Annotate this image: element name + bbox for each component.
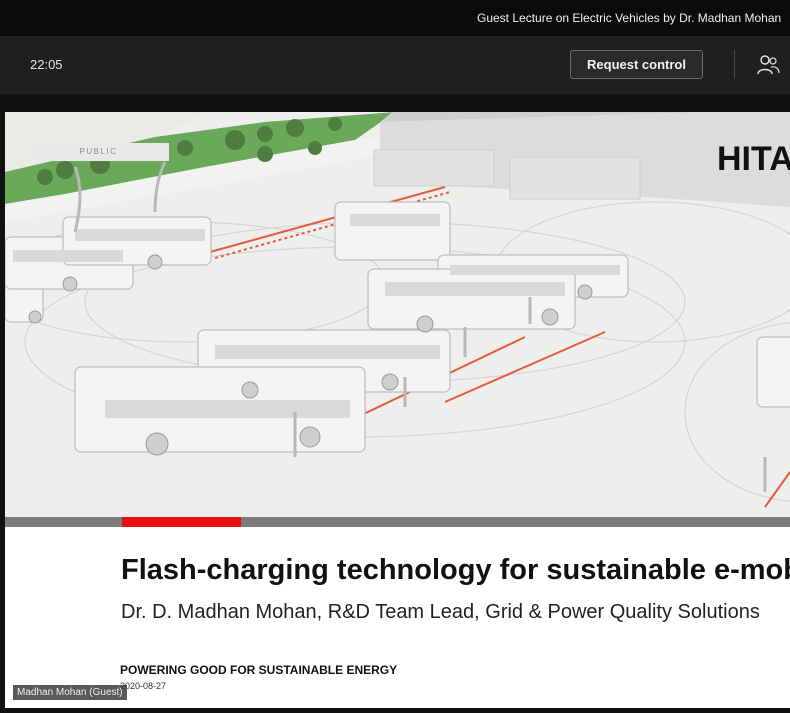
meeting-timer: 22:05 xyxy=(30,57,63,72)
meeting-toolbar: 22:05 Request control xyxy=(0,36,790,94)
slide-tagline: POWERING GOOD FOR SUSTAINABLE ENERGY xyxy=(120,663,398,677)
people-icon[interactable] xyxy=(754,52,782,78)
classification-label: PUBLIC xyxy=(28,143,169,161)
window-titlebar: Guest Lecture on Electric Vehicles by Dr… xyxy=(0,0,790,36)
meeting-title: Guest Lecture on Electric Vehicles by Dr… xyxy=(477,11,782,25)
slide-accent-bar xyxy=(122,517,241,527)
brand-logo: HITA xyxy=(717,140,790,178)
slide-illustration: HITA xyxy=(5,112,790,517)
presentation-slide: HITA PUBLIC Flash-charging technology fo… xyxy=(5,112,790,708)
slide-subtitle: Dr. D. Madhan Mohan, R&D Team Lead, Grid… xyxy=(121,601,760,623)
slide-date: 2020-08-27 xyxy=(120,681,167,691)
request-control-button[interactable]: Request control xyxy=(570,50,703,79)
toolbar-divider xyxy=(734,50,735,79)
shared-content-stage: HITA PUBLIC Flash-charging technology fo… xyxy=(0,94,790,713)
slide-title: Flash-charging technology for sustainabl… xyxy=(121,554,790,586)
presenter-name-tag: Madhan Mohan (Guest) xyxy=(13,685,127,700)
